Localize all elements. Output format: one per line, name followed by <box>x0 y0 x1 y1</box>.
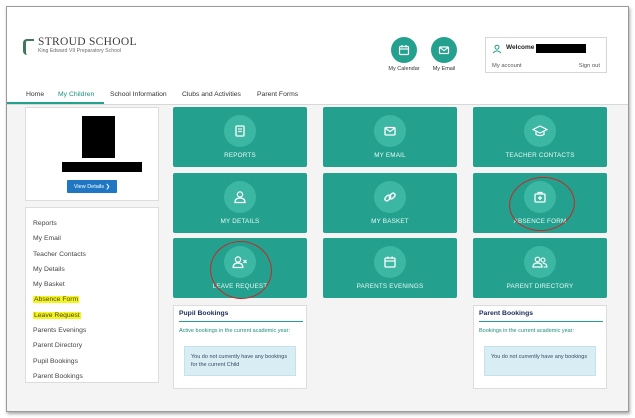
tile-label: PARENT DIRECTORY <box>506 283 574 290</box>
menu-label: Reports <box>33 220 57 227</box>
menu-item-my-email[interactable]: My Email <box>33 231 86 246</box>
menu-label: Teacher Contacts <box>33 250 86 258</box>
tile-reports[interactable]: REPORTS <box>173 107 307 167</box>
menu-label: Parent Bookings <box>33 372 83 380</box>
tile-label: REPORTS <box>224 152 256 159</box>
nav-active-indicator <box>7 102 104 104</box>
tile-icon-circle <box>224 181 256 213</box>
tile-label: TEACHER CONTACTS <box>505 152 575 159</box>
nav-school-information[interactable]: School Information <box>110 91 167 98</box>
tile-parents-evenings[interactable]: PARENTS EVENINGS <box>323 238 457 298</box>
tile-my-email[interactable]: MY EMAIL <box>323 107 457 167</box>
tile-my-details[interactable]: MY DETAILS <box>173 173 307 233</box>
pupil-bookings-title: Pupil Bookings <box>179 310 229 317</box>
tile-icon-circle <box>224 115 256 147</box>
my-email-button[interactable] <box>431 37 457 63</box>
parent-bookings-title: Parent Bookings <box>479 310 534 317</box>
envelope-icon <box>384 126 396 136</box>
menu-item-my-basket[interactable]: My Basket <box>33 277 86 292</box>
my-calendar-button[interactable] <box>391 37 417 63</box>
menu-label: My Details <box>33 265 65 273</box>
envelope-icon <box>438 46 450 55</box>
link-icon <box>384 192 396 202</box>
parent-bookings-empty-message: You do not currently have any bookings <box>484 346 596 376</box>
welcome-text: Welcome <box>506 44 535 51</box>
pupil-bookings-subtitle: Active bookings in the current academic … <box>179 328 290 334</box>
tile-label: PARENTS EVENINGS <box>356 283 424 290</box>
my-email-label[interactable]: My Email <box>419 66 469 72</box>
menu-label: Pupil Bookings <box>33 357 78 365</box>
users-icon <box>532 256 548 268</box>
tile-icon-circle <box>374 181 406 213</box>
tile-label: MY EMAIL <box>374 152 406 159</box>
menu-label: Parent Directory <box>33 342 83 350</box>
menu-item-reports[interactable]: Reports <box>33 216 86 231</box>
divider <box>179 321 303 322</box>
tile-teacher-contacts[interactable]: TEACHER CONTACTS <box>473 107 607 167</box>
menu-label: My Basket <box>33 281 65 289</box>
tile-icon-circle <box>374 115 406 147</box>
graduation-cap-icon <box>532 125 548 137</box>
screenshot-frame: STROUD SCHOOL King Edward VII Preparator… <box>6 6 629 412</box>
school-crest-icon <box>21 38 35 55</box>
school-name: STROUD SCHOOL <box>38 36 137 48</box>
nav-my-children[interactable]: My Children <box>58 91 94 98</box>
pupil-bookings-empty-message: You do not currently have any bookings f… <box>184 346 296 376</box>
calendar-icon <box>398 45 410 56</box>
main-nav: Home My Children School Information Club… <box>7 85 628 105</box>
pupil-bookings-panel: Pupil Bookings Active bookings in the cu… <box>173 305 307 389</box>
school-logo[interactable]: STROUD SCHOOL King Edward VII Preparator… <box>21 36 137 55</box>
menu-label: My Email <box>33 235 61 243</box>
menu-item-leave-request[interactable]: Leave Request <box>33 308 86 323</box>
tile-parent-directory[interactable]: PARENT DIRECTORY <box>473 238 607 298</box>
tile-icon-circle <box>524 115 556 147</box>
nav-home[interactable]: Home <box>26 91 44 98</box>
menu-item-absence-form[interactable]: Absence Form <box>33 292 86 307</box>
book-icon <box>235 125 245 137</box>
menu-item-parents-evenings[interactable]: Parents Evenings <box>33 323 86 338</box>
parent-bookings-subtitle: Bookings in the current academic year: <box>479 328 575 334</box>
tile-label: MY DETAILS <box>220 218 260 225</box>
parent-bookings-panel: Parent Bookings Bookings in the current … <box>473 305 607 389</box>
menu-label: Parents Evenings <box>33 327 87 335</box>
menu-label-highlighted: Leave Request <box>33 311 81 319</box>
side-menu-list: Reports My Email Teacher Contacts My Det… <box>33 216 86 384</box>
my-account-link[interactable]: My account <box>492 63 522 69</box>
menu-item-my-details[interactable]: My Details <box>33 262 86 277</box>
side-menu: Reports My Email Teacher Contacts My Det… <box>25 207 159 383</box>
user-box: Welcome My account Sign out <box>485 37 607 73</box>
view-details-button[interactable]: View Details ❯ <box>67 180 117 193</box>
sign-out-link[interactable]: Sign out <box>579 63 600 69</box>
tile-label: MY BASKET <box>371 218 409 225</box>
menu-label-highlighted: Absence Form <box>33 296 80 304</box>
nav-clubs-and-activities[interactable]: Clubs and Activities <box>182 91 241 98</box>
divider <box>479 321 603 322</box>
user-icon <box>234 191 246 204</box>
tile-my-basket[interactable]: MY BASKET <box>323 173 457 233</box>
user-icon <box>492 44 502 54</box>
tile-icon-circle <box>374 246 406 278</box>
menu-item-parent-directory[interactable]: Parent Directory <box>33 338 86 353</box>
child-profile-card: View Details ❯ <box>25 107 159 201</box>
redacted-username <box>536 44 586 53</box>
calendar-icon <box>384 256 396 268</box>
redacted-child-name <box>62 162 142 172</box>
redacted-child-photo <box>82 116 115 158</box>
nav-parent-forms[interactable]: Parent Forms <box>257 91 298 98</box>
menu-item-pupil-bookings[interactable]: Pupil Bookings <box>33 354 86 369</box>
school-subtitle: King Edward VII Preparatory School <box>38 48 122 54</box>
tile-icon-circle <box>524 246 556 278</box>
menu-item-teacher-contacts[interactable]: Teacher Contacts <box>33 247 86 262</box>
menu-item-parent-bookings[interactable]: Parent Bookings <box>33 369 86 384</box>
header: STROUD SCHOOL King Edward VII Preparator… <box>7 7 628 85</box>
